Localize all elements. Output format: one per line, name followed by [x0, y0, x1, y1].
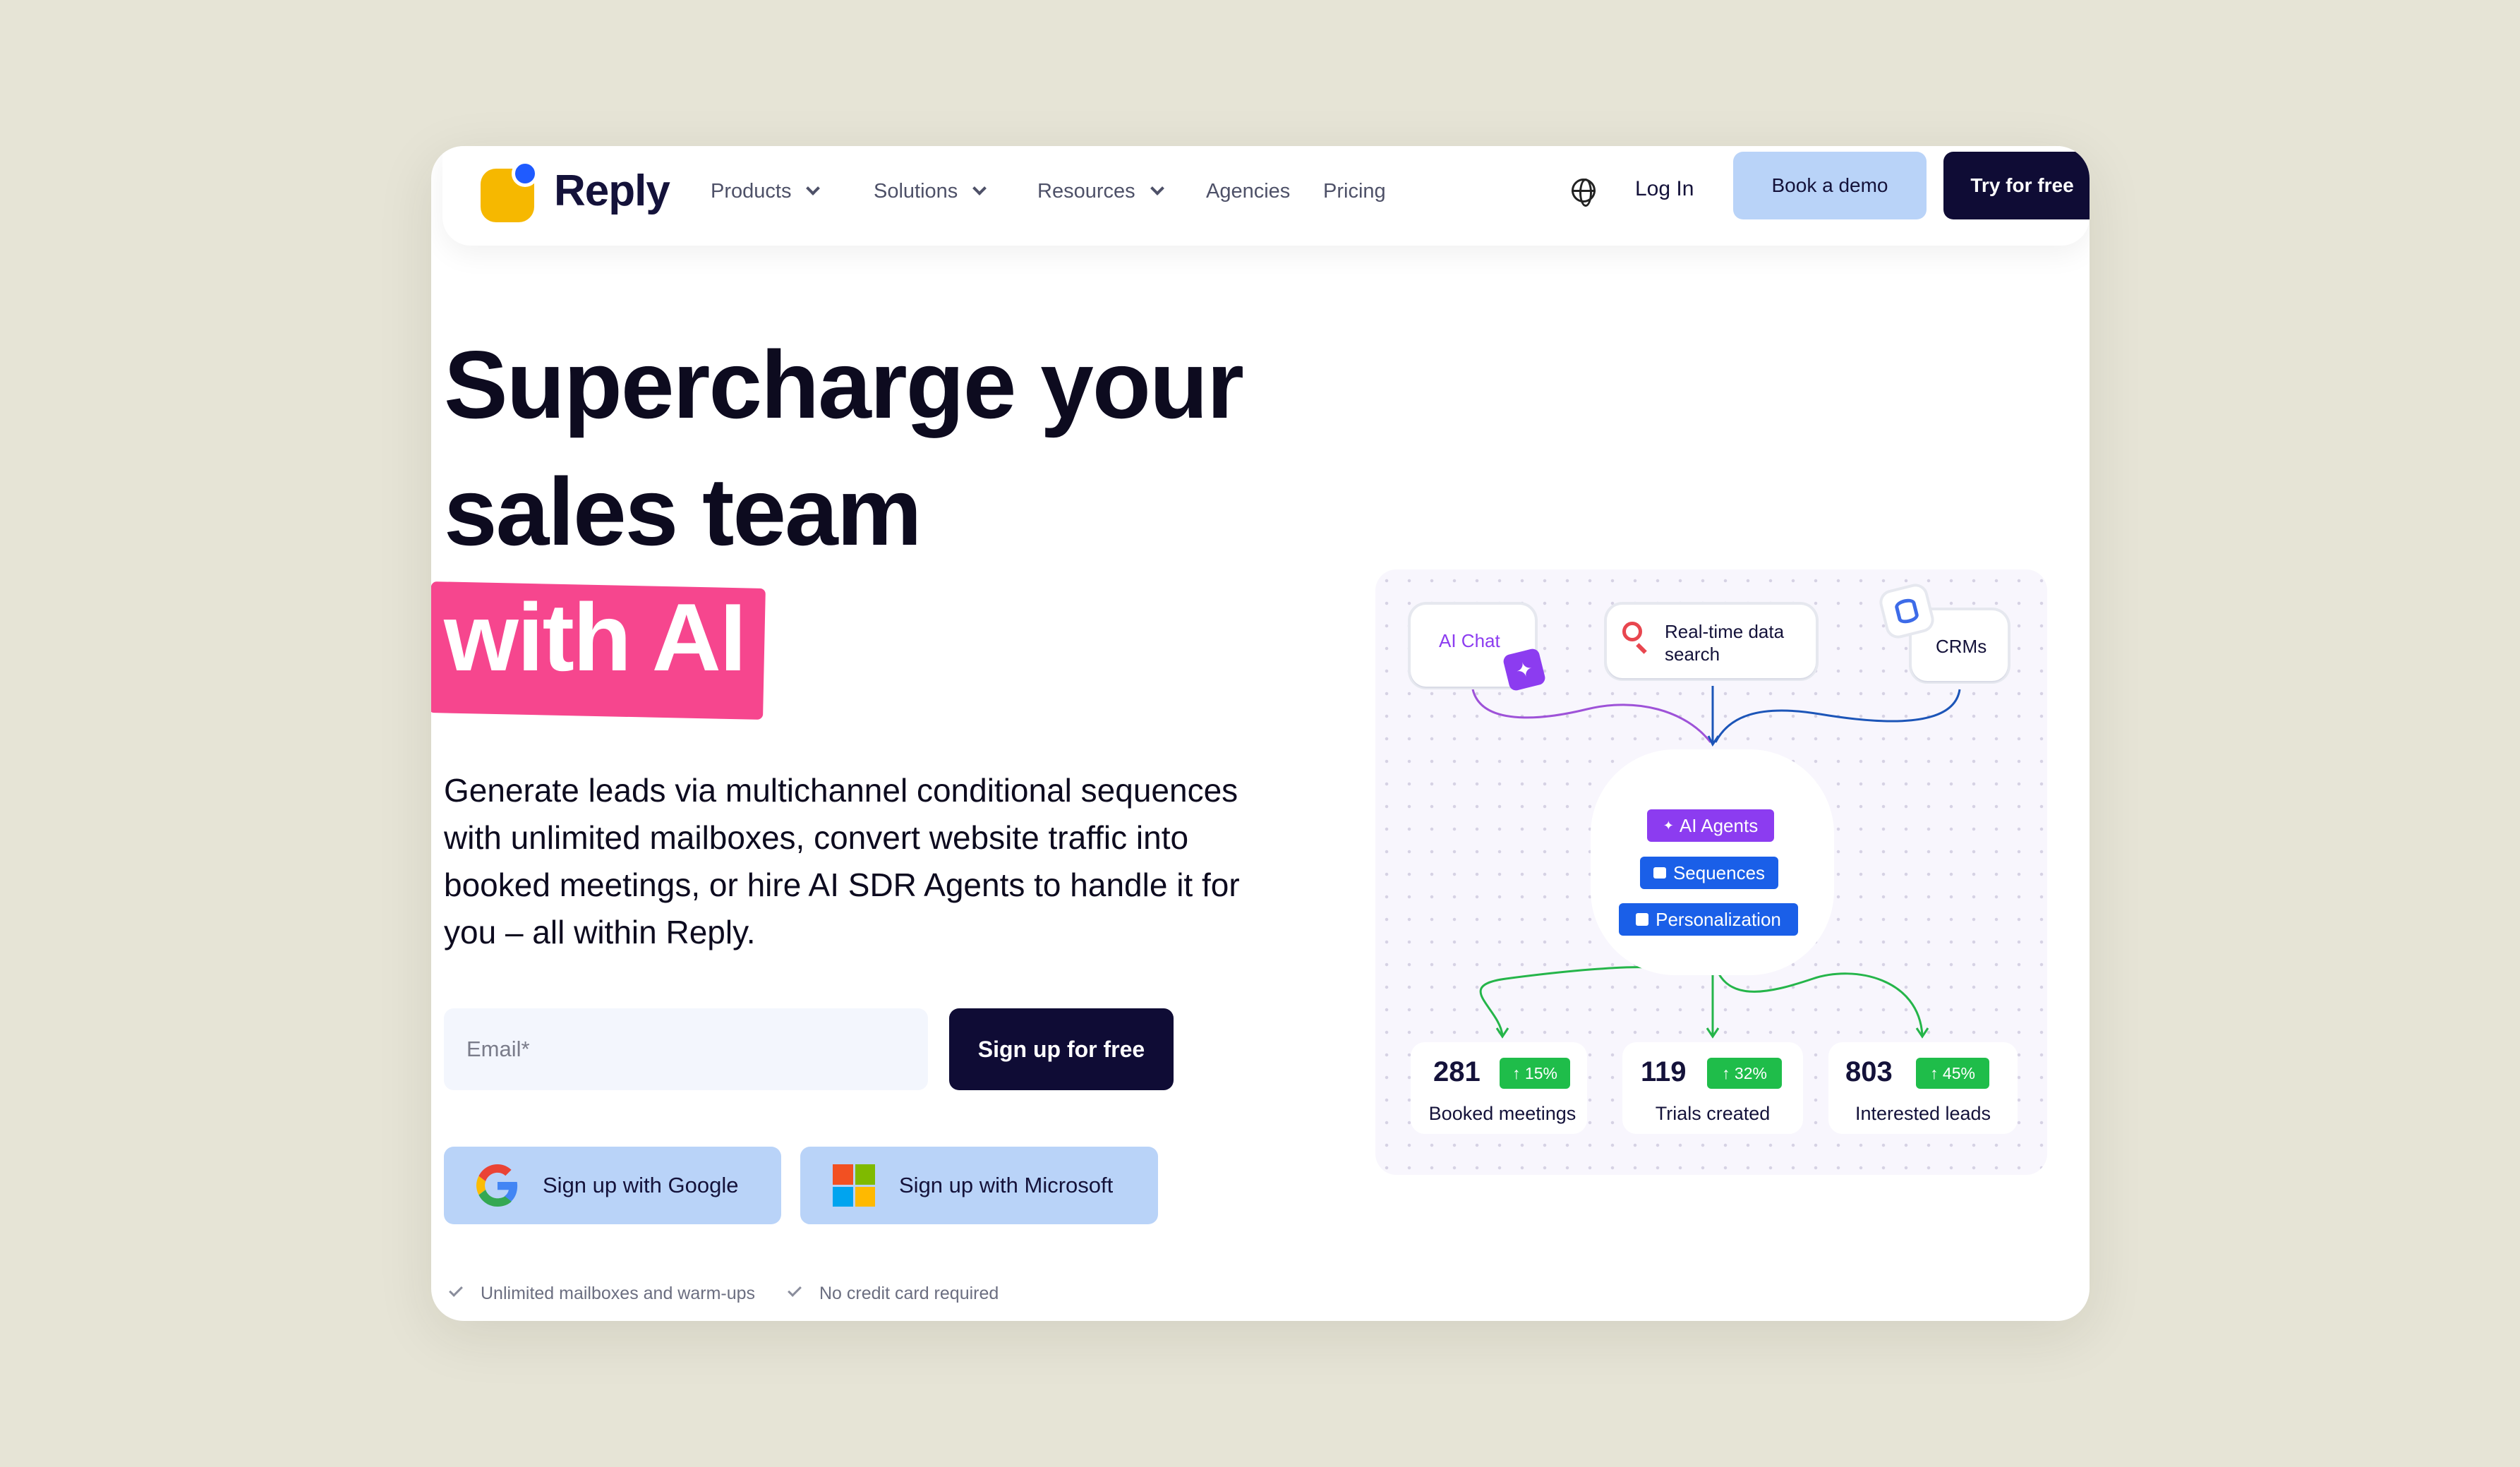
tag-personalization: Personalization — [1619, 903, 1798, 936]
chevron-down-icon — [972, 181, 987, 195]
nav-pricing[interactable]: Pricing — [1323, 180, 1386, 203]
stat-label: Trials created — [1655, 1103, 1771, 1124]
globe-icon[interactable] — [1572, 179, 1596, 207]
google-signup-label: Sign up with Google — [543, 1173, 739, 1197]
stat-card-trials: 119 ↑ 32% Trials created — [1622, 1042, 1803, 1134]
browser-frame: Reply Products Solutions Resources Agenc… — [431, 146, 2090, 1321]
microsoft-signup-label: Sign up with Microsoft — [899, 1173, 1114, 1197]
chevron-down-icon — [806, 181, 821, 195]
stat-card-interested: 803 ↑ 45% Interested leads — [1828, 1042, 2018, 1134]
tag-ai-agents: ✦ AI Agents — [1647, 809, 1774, 842]
stat-value: 803 — [1845, 1056, 1893, 1087]
check-icon — [449, 1283, 463, 1297]
check-item-no-card: No credit card required — [819, 1284, 999, 1303]
logo-text[interactable]: Reply — [554, 166, 670, 216]
stat-change-badge: ↑ 45% — [1916, 1058, 1989, 1089]
book-demo-button[interactable]: Book a demo — [1733, 152, 1927, 219]
tag-ai-agents-label: AI Agents — [1679, 814, 1759, 836]
stat-change-value: 45% — [1942, 1063, 1975, 1082]
stat-change-badge: ↑ 15% — [1500, 1058, 1570, 1089]
top-navigation: Reply Products Solutions Resources Agenc… — [442, 146, 2090, 246]
source-realtime-search-label: Real-time data search — [1665, 621, 1785, 665]
hero-title-highlight: with AI — [444, 584, 747, 691]
source-ai-chat-label: AI Chat — [1439, 630, 1500, 651]
google-icon — [476, 1164, 518, 1207]
microsoft-signup-button[interactable]: Sign up with Microsoft — [800, 1147, 1158, 1224]
tag-sequences-label: Sequences — [1672, 862, 1766, 883]
reply-logo-icon[interactable] — [481, 160, 548, 228]
workflow-diagram: AI Chat ✦ Real-time data search CRMs ✦ AI… — [1375, 569, 2047, 1175]
try-free-button[interactable]: Try for free — [1943, 152, 2090, 219]
microsoft-icon — [833, 1164, 875, 1207]
search-icon — [1622, 622, 1642, 641]
email-input[interactable]: Email* — [444, 1008, 928, 1090]
nav-agencies[interactable]: Agencies — [1206, 180, 1290, 203]
search-icon-handle — [1636, 643, 1647, 654]
stat-value: 281 — [1433, 1056, 1481, 1087]
source-realtime-search: Real-time data search — [1607, 605, 1816, 678]
nav-products-label: Products — [711, 180, 792, 203]
google-signup-button[interactable]: Sign up with Google — [444, 1147, 781, 1224]
feature-checks: Unlimited mailboxes and warm-ups No cred… — [449, 1283, 999, 1304]
stat-change-value: 15% — [1524, 1063, 1557, 1082]
tag-sequences: Sequences — [1640, 857, 1778, 889]
hero-description: Generate leads via multichannel conditio… — [444, 772, 1240, 950]
stat-card-booked: 281 ↑ 15% Booked meetings — [1411, 1042, 1587, 1134]
source-ai-chat: AI Chat ✦ — [1411, 605, 1547, 692]
core-hub: ✦ AI Agents Sequences Personalization — [1591, 749, 1834, 975]
chevron-down-icon — [1150, 181, 1164, 195]
stat-change-badge: ↑ 32% — [1707, 1058, 1782, 1089]
hero-title-line-2: sales team — [444, 458, 922, 565]
nav-solutions-label: Solutions — [874, 180, 958, 203]
check-icon — [788, 1283, 802, 1297]
nav-resources[interactable]: Resources — [1037, 180, 1164, 203]
hero-title-line-1: Supercharge your — [444, 331, 1244, 438]
stat-value: 119 — [1641, 1056, 1687, 1087]
source-crms-label: CRMs — [1936, 636, 1987, 657]
stat-label: Booked meetings — [1428, 1103, 1576, 1124]
nav-solutions[interactable]: Solutions — [874, 180, 987, 203]
stat-label: Interested leads — [1855, 1103, 1991, 1124]
signup-button[interactable]: Sign up for free — [949, 1008, 1174, 1090]
check-item-mailboxes: Unlimited mailboxes and warm-ups — [481, 1284, 756, 1303]
tag-personalization-label: Personalization — [1656, 908, 1781, 930]
login-link[interactable]: Log In — [1635, 177, 1694, 201]
stat-change-value: 32% — [1734, 1063, 1767, 1082]
nav-products[interactable]: Products — [711, 180, 821, 203]
nav-resources-label: Resources — [1037, 180, 1135, 203]
